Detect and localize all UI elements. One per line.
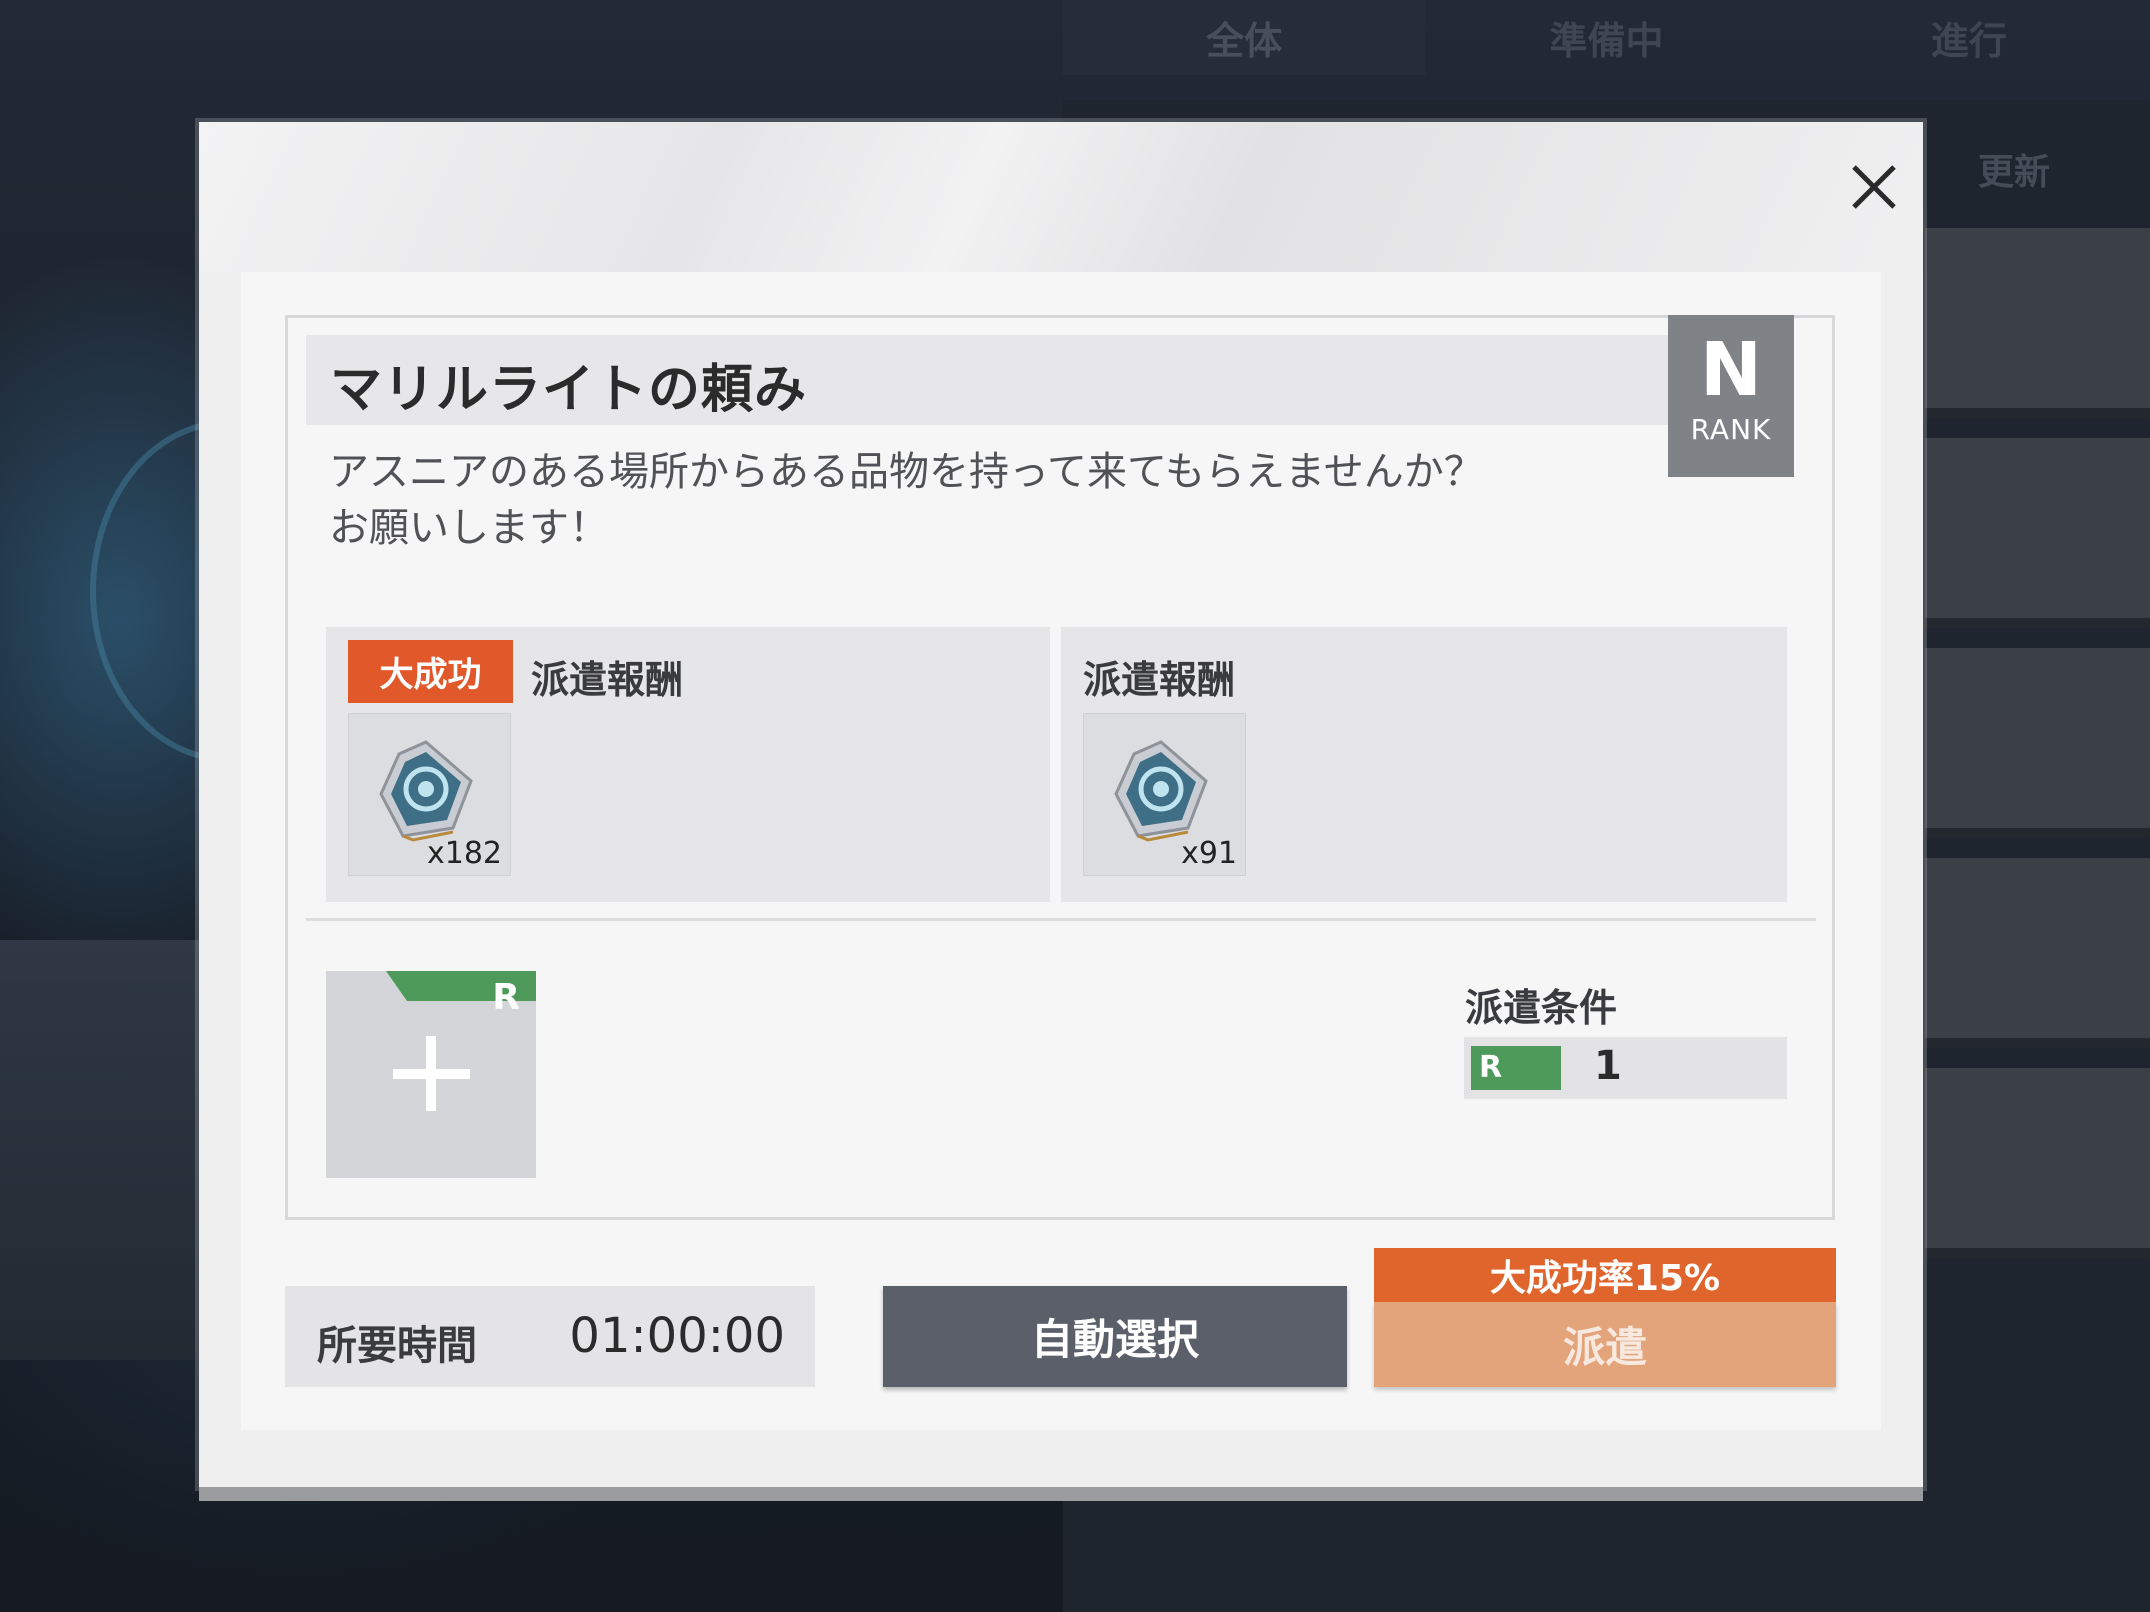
plus-icon xyxy=(393,1069,470,1079)
rank-letter: N xyxy=(1700,327,1762,413)
dispatch-mission-modal: マリルライトの頼み N RANK アスニアのある場所からある品物を持って来てもら… xyxy=(199,122,1923,1501)
close-button[interactable] xyxy=(1844,157,1904,217)
gear-chip-icon xyxy=(379,740,473,842)
reward-item-slot[interactable]: x182 xyxy=(348,713,511,876)
required-time-box: 所要時間 01:00:00 xyxy=(285,1286,815,1387)
dispatch-button[interactable]: 派遣 xyxy=(1374,1302,1836,1387)
description-line: アスニアのある場所からある品物を持って来てもらえませんか？ xyxy=(329,449,1484,495)
description-line: お願いします！ xyxy=(329,505,609,551)
time-label: 所要時間 xyxy=(317,1323,477,1369)
close-icon xyxy=(1852,165,1896,209)
gear-chip-icon xyxy=(1114,740,1208,842)
great-success-badge: 大成功 xyxy=(348,640,513,703)
auto-select-button[interactable]: 自動選択 xyxy=(883,1286,1347,1387)
great-success-reward-label: 派遣報酬 xyxy=(531,658,684,702)
rank-badge: N RANK xyxy=(1668,315,1794,477)
section-divider xyxy=(306,918,1816,921)
condition-rank: R xyxy=(1471,1046,1561,1090)
mission-description: アスニアのある場所からある品物を持って来てもらえませんか？ お願いします！ xyxy=(329,444,1629,556)
mission-title: マリルライトの頼み xyxy=(330,360,808,420)
success-rate-bar: 大成功率15% xyxy=(1374,1248,1836,1302)
time-value: 01:00:00 xyxy=(569,1308,785,1364)
rank-caption: RANK xyxy=(1690,413,1772,446)
condition-value: 1 xyxy=(1594,1043,1622,1089)
condition-label: 派遣条件 xyxy=(1465,986,1618,1030)
reward-item-slot[interactable]: x91 xyxy=(1083,713,1246,876)
rank-tag-letter: R xyxy=(492,977,520,1018)
add-character-slot[interactable]: R xyxy=(326,971,536,1178)
normal-reward-label: 派遣報酬 xyxy=(1083,658,1236,702)
dispatch-group: 大成功率15% 派遣 xyxy=(1374,1248,1836,1387)
item-count: x182 xyxy=(426,836,502,871)
item-count: x91 xyxy=(1181,836,1237,871)
modal-bottom-strip xyxy=(199,1487,1923,1501)
condition-bar: R 1 xyxy=(1464,1037,1787,1099)
